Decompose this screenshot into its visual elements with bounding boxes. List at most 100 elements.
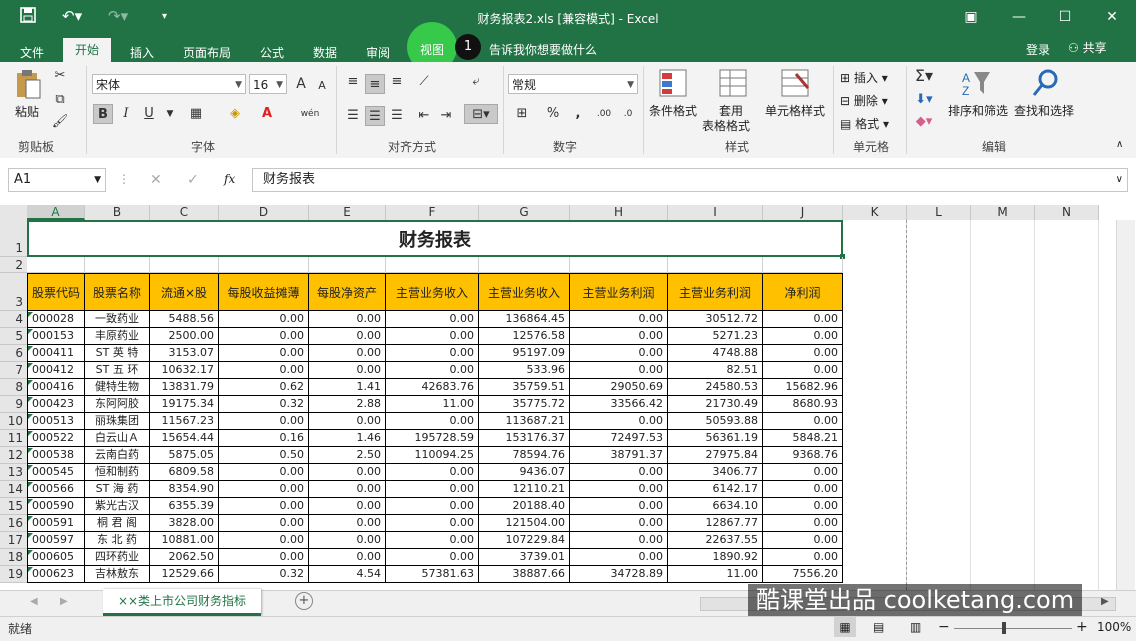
close-button[interactable]: ✕ bbox=[1097, 6, 1127, 28]
next-sheet-icon[interactable]: ▶ bbox=[60, 596, 68, 607]
zoom-out-icon[interactable]: − bbox=[938, 619, 950, 635]
table-cell[interactable]: 0.00 bbox=[386, 498, 479, 515]
increase-indent-icon[interactable]: ⇥ bbox=[436, 106, 456, 126]
table-cell[interactable]: 12529.66 bbox=[150, 566, 219, 583]
table-cell[interactable]: 0.00 bbox=[219, 413, 309, 430]
empty-cell[interactable] bbox=[27, 257, 85, 273]
column-header-n[interactable]: N bbox=[1035, 205, 1099, 220]
row-header-12[interactable]: 12 bbox=[0, 447, 27, 464]
percent-button[interactable]: % bbox=[543, 104, 563, 124]
collapse-ribbon-icon[interactable]: ∧ bbox=[1116, 139, 1123, 150]
autosum-icon[interactable]: Σ▾ bbox=[914, 66, 934, 86]
table-cell[interactable]: 20188.40 bbox=[479, 498, 570, 515]
table-cell[interactable]: 000412 bbox=[27, 362, 85, 379]
table-cell[interactable]: 3828.00 bbox=[150, 515, 219, 532]
page-break-view-icon[interactable]: ▥ bbox=[910, 620, 921, 634]
row-header-7[interactable]: 7 bbox=[0, 362, 27, 379]
row-header-3[interactable]: 3 bbox=[0, 273, 27, 311]
table-cell[interactable]: 000538 bbox=[27, 447, 85, 464]
cut-icon[interactable]: ✂ bbox=[50, 66, 70, 86]
table-cell[interactable]: 0.00 bbox=[763, 481, 843, 498]
empty-cell[interactable] bbox=[763, 257, 843, 273]
cancel-icon[interactable]: ✕ bbox=[150, 172, 162, 188]
table-cell[interactable]: 13831.79 bbox=[150, 379, 219, 396]
row-header-8[interactable]: 8 bbox=[0, 379, 27, 396]
format-cells-button[interactable]: ▤ 格式 ▾ bbox=[840, 115, 889, 132]
table-cell[interactable]: 0.00 bbox=[309, 328, 386, 345]
comma-style-button[interactable]: , bbox=[568, 104, 588, 124]
table-cell[interactable]: 107229.84 bbox=[479, 532, 570, 549]
table-cell[interactable]: 0.32 bbox=[219, 396, 309, 413]
table-cell[interactable]: 0.00 bbox=[219, 328, 309, 345]
table-cell[interactable]: 3153.07 bbox=[150, 345, 219, 362]
formula-input[interactable]: 财务报表 ∨ bbox=[252, 168, 1128, 192]
table-cell[interactable]: 0.00 bbox=[570, 464, 668, 481]
fill-icon[interactable]: ⬇▾ bbox=[914, 90, 934, 110]
orientation-icon[interactable]: ⟋ bbox=[414, 72, 434, 92]
table-cell[interactable]: 195728.59 bbox=[386, 430, 479, 447]
format-painter-icon[interactable]: 🖌 bbox=[50, 112, 70, 132]
table-header-cell[interactable]: 主营业务利润 bbox=[570, 273, 668, 311]
table-cell[interactable]: 0.00 bbox=[219, 362, 309, 379]
column-header-c[interactable]: C bbox=[150, 205, 219, 220]
table-cell[interactable]: 8354.90 bbox=[150, 481, 219, 498]
number-format-select[interactable]: 常规 ▼ bbox=[508, 74, 638, 94]
zoom-slider-handle[interactable] bbox=[1002, 622, 1006, 634]
table-cell[interactable]: 紫光古汉 bbox=[85, 498, 150, 515]
table-cell[interactable]: 95197.09 bbox=[479, 345, 570, 362]
insert-function-icon[interactable]: fx bbox=[224, 172, 235, 186]
row-header-5[interactable]: 5 bbox=[0, 328, 27, 345]
table-cell[interactable]: 吉林敖东 bbox=[85, 566, 150, 583]
zoom-slider[interactable] bbox=[954, 628, 1072, 629]
align-right-icon[interactable]: ☰ bbox=[387, 106, 407, 126]
table-cell[interactable]: 5488.56 bbox=[150, 311, 219, 328]
table-cell[interactable]: 云南白药 bbox=[85, 447, 150, 464]
table-cell[interactable]: 0.00 bbox=[309, 345, 386, 362]
table-cell[interactable]: 0.00 bbox=[309, 515, 386, 532]
table-cell[interactable]: ST 英 特 bbox=[85, 345, 150, 362]
table-cell[interactable]: 0.00 bbox=[386, 413, 479, 430]
table-cell[interactable]: 0.00 bbox=[570, 515, 668, 532]
empty-cell[interactable] bbox=[668, 257, 763, 273]
sort-filter-label[interactable]: 排序和筛选 bbox=[948, 102, 1008, 119]
table-cell[interactable]: 000416 bbox=[27, 379, 85, 396]
row-header-17[interactable]: 17 bbox=[0, 532, 27, 549]
table-cell[interactable]: 11.00 bbox=[668, 566, 763, 583]
table-cell[interactable]: 19175.34 bbox=[150, 396, 219, 413]
table-cell[interactable]: 533.96 bbox=[479, 362, 570, 379]
table-cell[interactable]: 0.00 bbox=[219, 481, 309, 498]
table-cell[interactable]: 一致药业 bbox=[85, 311, 150, 328]
table-cell[interactable]: 000590 bbox=[27, 498, 85, 515]
tab-view[interactable]: 视图 bbox=[420, 41, 444, 58]
table-header-cell[interactable]: 股票名称 bbox=[85, 273, 150, 311]
table-cell[interactable]: 0.00 bbox=[219, 515, 309, 532]
table-cell[interactable]: 0.62 bbox=[219, 379, 309, 396]
table-cell[interactable]: 0.00 bbox=[309, 464, 386, 481]
table-cell[interactable]: 82.51 bbox=[668, 362, 763, 379]
table-cell[interactable]: 四环药业 bbox=[85, 549, 150, 566]
table-cell[interactable]: 0.00 bbox=[309, 362, 386, 379]
table-cell[interactable]: 桐 君 阁 bbox=[85, 515, 150, 532]
zoom-level[interactable]: 100% bbox=[1097, 620, 1131, 634]
row-header-1[interactable]: 1 bbox=[0, 220, 27, 257]
align-top-icon[interactable]: ≡ bbox=[343, 72, 363, 92]
table-cell[interactable]: 5271.23 bbox=[668, 328, 763, 345]
cell-styles-icon[interactable] bbox=[780, 68, 812, 98]
table-cell[interactable]: 1.41 bbox=[309, 379, 386, 396]
align-middle-icon[interactable]: ≡ bbox=[365, 74, 385, 94]
increase-decimal-icon[interactable]: .00 bbox=[594, 104, 614, 124]
table-cell[interactable]: ST 海 药 bbox=[85, 481, 150, 498]
table-cell[interactable]: 恒和制药 bbox=[85, 464, 150, 481]
table-cell[interactable]: 27975.84 bbox=[668, 447, 763, 464]
table-cell[interactable]: 15654.44 bbox=[150, 430, 219, 447]
column-header-f[interactable]: F bbox=[386, 205, 479, 220]
tab-home[interactable]: 开始 bbox=[63, 36, 112, 62]
table-cell[interactable]: 0.00 bbox=[386, 362, 479, 379]
table-cell[interactable]: 2.50 bbox=[309, 447, 386, 464]
italic-button[interactable]: I bbox=[116, 104, 136, 124]
table-cell[interactable]: 0.00 bbox=[386, 311, 479, 328]
delete-cells-button[interactable]: ⊟ 删除 ▾ bbox=[840, 92, 888, 109]
fill-color-icon[interactable]: ◈ bbox=[225, 104, 245, 124]
currency-icon[interactable]: ⊞ bbox=[512, 104, 532, 124]
table-cell[interactable]: 0.00 bbox=[763, 345, 843, 362]
